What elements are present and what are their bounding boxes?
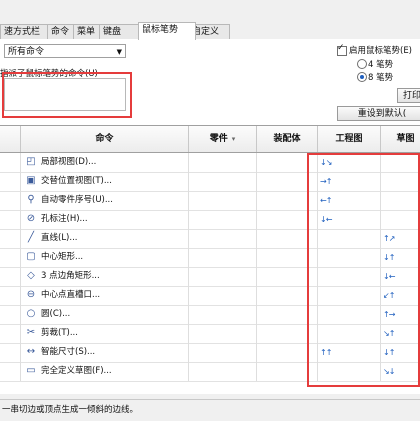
three-point-corner-rectangle-icon: ◇ [27, 270, 35, 281]
table-header: 命令 零件 ▾ 装配体 工程图 草图 [0, 126, 420, 153]
auto-balloon-icon: ⚲ [27, 194, 35, 205]
command-name: 中心点直槽口... [41, 290, 101, 300]
trim-icon: ✂ [26, 327, 36, 338]
smart-dimension-icon: ↔ [26, 346, 36, 357]
command-name: 直线(L)... [41, 233, 78, 243]
table-cell [0, 324, 21, 343]
command-name: 圆(C)... [41, 309, 71, 319]
alternate-position-view-icon: ▣ [26, 175, 36, 186]
table-cell [0, 191, 21, 210]
enable-gestures-checkbox[interactable] [337, 43, 347, 56]
table-cell[interactable] [189, 362, 257, 381]
table-cell[interactable] [189, 248, 257, 267]
table-cell[interactable] [189, 324, 257, 343]
command-name: 孔标注(H)... [41, 214, 88, 224]
table-cell[interactable] [189, 343, 257, 362]
table-cell [0, 343, 21, 362]
tab-bar: 速方式栏 命令 菜单 键盘 鼠标笔势 自定义 [0, 22, 420, 40]
table-cell [0, 210, 21, 229]
highlight-box-gestures [307, 153, 420, 387]
table-cell [0, 362, 21, 381]
command-name: 智能尺寸(S)... [41, 347, 96, 357]
fully-define-sketch-icon: ▭ [26, 365, 36, 376]
command-name: 局部视图(D)... [41, 157, 97, 167]
table-cell[interactable] [189, 191, 257, 210]
table-cell[interactable] [189, 172, 257, 191]
centerpoint-slot-icon: ⊖ [26, 289, 36, 300]
hole-callout-icon: ⊘ [26, 213, 36, 224]
detail-view-icon: ◰ [26, 156, 36, 167]
header-drawing[interactable]: 工程图 [318, 126, 381, 152]
table-cell[interactable] [189, 286, 257, 305]
status-description: 一串切边或顶点生成一倾斜的边线。 [0, 399, 420, 421]
circle-icon: ○ [26, 308, 36, 319]
highlight-box-filter [2, 72, 132, 118]
table-cell [0, 229, 21, 248]
table-cell[interactable] [189, 210, 257, 229]
center-rectangle-icon: ▢ [26, 251, 36, 262]
eight-gestures-label: 8 笔势 [368, 73, 394, 83]
table-cell[interactable] [189, 267, 257, 286]
four-gestures-label: 4 笔势 [368, 60, 394, 70]
title-strip [0, 0, 420, 22]
table-cell[interactable] [189, 305, 257, 324]
command-filter-value: 所有命令 [8, 47, 45, 57]
sort-arrow-icon: ▾ [231, 135, 236, 143]
table-cell [0, 153, 21, 172]
header-sketch[interactable]: 草图 [381, 126, 420, 152]
command-filter-select[interactable]: 所有命令 ▼ [4, 44, 126, 58]
print-button[interactable]: 打印 [397, 88, 420, 103]
command-name: 剪裁(T)... [41, 328, 78, 338]
header-command[interactable]: 命令 [21, 126, 189, 152]
chevron-down-icon[interactable]: ▼ [117, 45, 122, 59]
header-icon-col [0, 126, 21, 152]
table-cell [0, 305, 21, 324]
command-name: 中心矩形... [41, 252, 84, 262]
table-cell [0, 172, 21, 191]
command-name: 交替位置视图(T)... [41, 176, 112, 186]
reset-defaults-button[interactable]: 重设到默认( [337, 106, 420, 121]
table-cell [0, 286, 21, 305]
line-icon: ╱ [27, 232, 35, 243]
command-name: 完全定义草图(F)... [41, 366, 112, 376]
table-cell [0, 267, 21, 286]
four-gestures-radio[interactable] [357, 59, 367, 69]
enable-gestures-label: 启用鼠标笔势(E) [349, 46, 413, 56]
command-name: 3 点边角矩形... [41, 271, 100, 281]
header-part[interactable]: 零件 ▾ [189, 126, 257, 152]
table-cell[interactable] [189, 229, 257, 248]
header-assembly[interactable]: 装配体 [257, 126, 318, 152]
tab-mouse-gestures[interactable]: 鼠标笔势 [138, 22, 196, 40]
table-cell [0, 248, 21, 267]
command-name: 自动零件序号(U)... [41, 195, 113, 205]
table-cell[interactable] [189, 153, 257, 172]
eight-gestures-radio[interactable] [357, 72, 367, 82]
